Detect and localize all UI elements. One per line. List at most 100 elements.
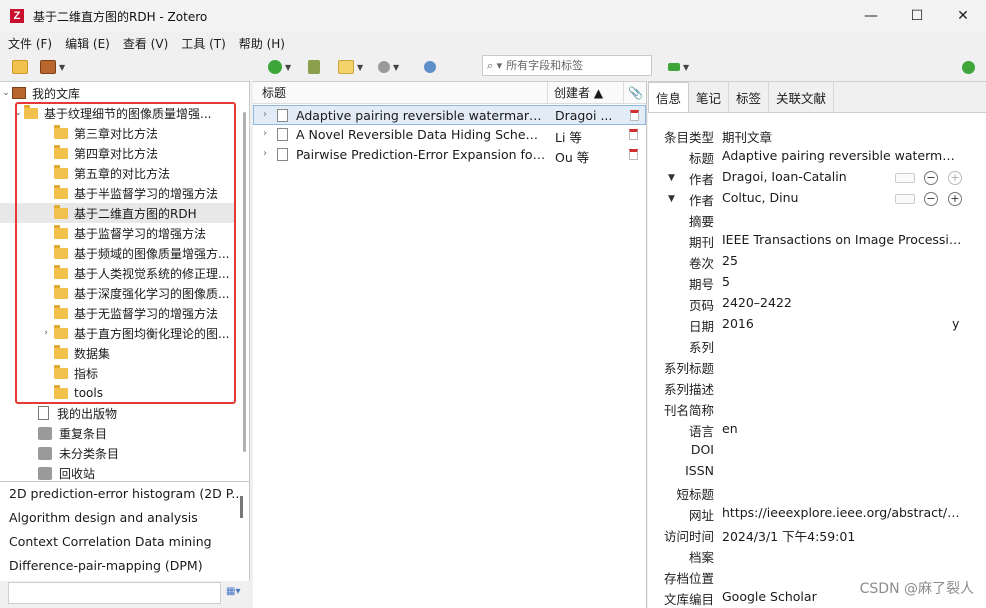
menu-edit[interactable]: 编辑 (E) <box>65 35 110 52</box>
menu-bar: 文件 (F) 编辑 (E) 查看 (V) 工具 (T) 帮助 (H) <box>0 32 986 54</box>
menu-view[interactable]: 查看 (V) <box>123 35 168 52</box>
pages-value[interactable]: 2420–2422 <box>722 295 792 310</box>
chevron-down-icon: ▼ <box>683 62 690 72</box>
remove-creator-icon[interactable]: − <box>924 171 938 185</box>
duplicate-items[interactable]: 重复条目 <box>0 423 236 443</box>
field-label: 刊名简称 <box>663 403 714 418</box>
unfiled-items-label: 未分类条目 <box>59 446 120 461</box>
scrollbar[interactable] <box>240 496 243 518</box>
column-creator[interactable]: 创建者 ▲ <box>548 82 624 104</box>
library-root-label: 我的文库 <box>32 86 81 101</box>
field-label: ISSN <box>685 463 714 478</box>
language-value[interactable]: en <box>722 421 738 436</box>
field-label: 访问时间 <box>663 529 714 544</box>
tab-related[interactable]: 关联文献 <box>769 82 835 112</box>
pdf-icon[interactable] <box>630 110 639 121</box>
new-note-button[interactable]: ▼ <box>338 57 363 77</box>
publication-value[interactable]: IEEE Transactions on Image Processing <box>722 232 962 247</box>
locate-button[interactable]: ▼ <box>668 57 689 77</box>
tab-tags[interactable]: 标签 <box>729 82 770 112</box>
tag-selector: 2D prediction-error histogram (2D P... A… <box>0 481 250 581</box>
field-label: 文库编目 <box>663 592 714 607</box>
chevron-right-icon[interactable]: › <box>263 128 267 139</box>
tab-notes[interactable]: 笔记 <box>689 82 730 112</box>
item-title: Pairwise Prediction-Error Expansion for … <box>296 147 546 162</box>
creator-value[interactable]: Coltuc, Dinu <box>722 190 798 205</box>
scrollbar[interactable] <box>243 112 246 452</box>
table-row[interactable]: › Adaptive pairing reversible watermarki… <box>253 105 646 125</box>
highlight-annotation-box <box>15 102 236 404</box>
title-bar: Z 基于二维直方图的RDH - Zotero — ☐ ✕ <box>0 0 986 32</box>
field-label: 作者 <box>688 172 714 187</box>
advanced-search-button[interactable] <box>424 57 436 77</box>
search-input[interactable] <box>506 59 627 72</box>
table-row[interactable]: › Pairwise Prediction-Error Expansion fo… <box>253 145 646 165</box>
add-by-identifier-button[interactable] <box>308 57 320 77</box>
tag-item[interactable]: 2D prediction-error histogram (2D P... <box>9 486 243 501</box>
tag-item[interactable]: Difference-pair-mapping (DPM) <box>9 558 203 573</box>
accessed-value[interactable]: 2024/3/1 下午4:59:01 <box>722 526 855 545</box>
close-button[interactable]: ✕ <box>940 0 986 32</box>
unfiled-items[interactable]: 未分类条目 <box>0 443 236 463</box>
new-item-button[interactable]: ▼ <box>268 57 291 77</box>
url-value[interactable]: https://ieeexplore.ieee.org/abstract/do.… <box>722 505 962 520</box>
paperclip-icon <box>378 61 390 73</box>
title-value[interactable]: Adaptive pairing reversible watermarking <box>722 148 962 163</box>
issue-value[interactable]: 5 <box>722 274 730 289</box>
pdf-icon[interactable] <box>629 129 638 140</box>
detail-tabs: 信息 笔记 标签 关联文献 <box>648 82 835 112</box>
tag-item[interactable]: Algorithm design and analysis <box>9 510 198 525</box>
menu-help[interactable]: 帮助 (H) <box>239 35 285 52</box>
add-creator-icon[interactable]: + <box>948 171 962 185</box>
info-panel: 条目类型 期刊文章 标题 Adaptive pairing reversible… <box>648 112 986 608</box>
sync-button[interactable] <box>962 57 975 77</box>
library-root[interactable]: ⌄ 我的文库 <box>0 83 236 103</box>
new-collection-icon <box>12 60 28 74</box>
column-attachments[interactable]: 📎 <box>624 82 646 104</box>
menu-tools[interactable]: 工具 (T) <box>181 35 226 52</box>
maximize-button[interactable]: ☐ <box>894 0 940 32</box>
volume-value[interactable]: 25 <box>722 253 738 268</box>
chevron-down-icon[interactable]: ⌄ <box>0 88 12 98</box>
column-title[interactable]: 标题 <box>253 82 548 104</box>
trash-icon <box>38 466 52 480</box>
duplicate-items-label: 重复条目 <box>59 426 108 441</box>
minimize-button[interactable]: — <box>848 0 894 32</box>
add-attachment-button[interactable]: ▼ <box>378 57 399 77</box>
add-creator-icon[interactable]: + <box>948 192 962 206</box>
tag-item[interactable]: Context Correlation Data mining <box>9 534 212 549</box>
sync-icon <box>962 60 975 74</box>
chevron-right-icon[interactable]: › <box>263 148 267 159</box>
field-label: 存档位置 <box>663 571 714 586</box>
creator-mode-toggle[interactable] <box>895 173 915 183</box>
trash-label: 回收站 <box>59 466 96 481</box>
date-value[interactable]: 2016 <box>722 316 754 331</box>
tag-actions-icon[interactable]: ▦▾ <box>226 586 240 597</box>
field-label: 期号 <box>688 277 714 292</box>
new-collection-button[interactable] <box>12 57 28 77</box>
creator-mode-toggle[interactable] <box>895 194 915 204</box>
tag-filter-input[interactable] <box>8 582 221 604</box>
tab-info[interactable]: 信息 <box>648 82 690 112</box>
library-catalog-value[interactable]: Google Scholar <box>722 589 817 604</box>
creator-value[interactable]: Dragoi, Ioan-Catalin <box>722 169 847 184</box>
unfiled-icon <box>38 446 52 460</box>
menu-file[interactable]: 文件 (F) <box>8 35 52 52</box>
search-icon: ⌕ ▾ <box>487 58 503 72</box>
search-field[interactable]: ⌕ ▾ <box>482 55 652 76</box>
field-label: 日期 <box>688 319 714 334</box>
item-type-value[interactable]: 期刊文章 <box>722 127 772 146</box>
chevron-right-icon[interactable]: › <box>263 109 267 120</box>
my-publications[interactable]: 我的出版物 <box>0 403 236 423</box>
item-creator: Dragoi ... <box>555 108 613 123</box>
chevron-down-icon: ▼ <box>285 62 292 72</box>
field-label: DOI <box>690 442 714 457</box>
remove-creator-icon[interactable]: − <box>924 192 938 206</box>
date-format-indicator: y <box>952 316 960 331</box>
chevron-down-icon: ▼ <box>393 62 400 72</box>
new-library-button[interactable]: ▼ <box>40 57 65 77</box>
pdf-icon[interactable] <box>629 149 638 160</box>
field-label: 摘要 <box>688 214 714 229</box>
table-row[interactable]: › A Novel Reversible Data Hiding Scheme … <box>253 125 646 145</box>
trash[interactable]: 回收站 <box>0 463 236 483</box>
